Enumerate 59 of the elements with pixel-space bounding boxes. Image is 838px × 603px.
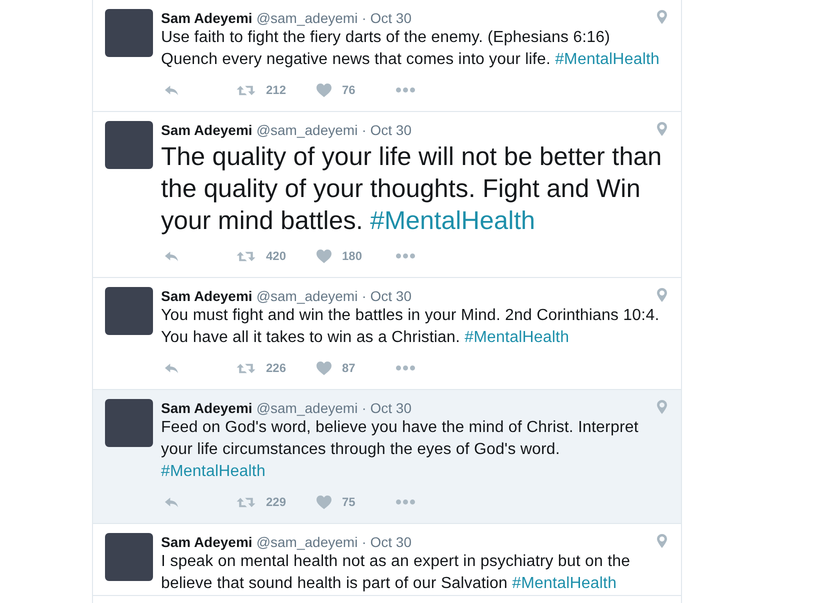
like-count: 180 xyxy=(342,249,362,263)
tweet-date[interactable]: · Oct 30 xyxy=(362,121,412,139)
avatar-photo-placeholder[interactable] xyxy=(105,533,153,581)
location-pin-icon xyxy=(657,400,667,414)
like-count: 87 xyxy=(342,361,356,375)
retweet-icon[interactable] xyxy=(236,250,256,262)
user-handle[interactable]: @sam_adeyemi xyxy=(256,399,358,417)
reply-icon[interactable] xyxy=(163,495,180,509)
hashtag-link[interactable]: #MentalHealth xyxy=(555,51,660,68)
user-name[interactable]: Sam Adeyemi xyxy=(161,287,252,305)
retweet-count: 229 xyxy=(266,495,286,509)
user-handle[interactable]: @sam_adeyemi xyxy=(256,9,358,27)
tweet-date[interactable]: · Oct 30 xyxy=(362,287,412,305)
tweet-date[interactable]: · Oct 30 xyxy=(362,533,412,551)
tweet-date[interactable]: · Oct 30 xyxy=(362,9,412,27)
avatar-photo-placeholder[interactable] xyxy=(105,399,153,447)
location-pin-icon xyxy=(657,122,667,136)
tweet-date[interactable]: · Oct 30 xyxy=(362,399,412,417)
like-count: 75 xyxy=(342,495,356,509)
tweet-text: Feed on God's word, believe you have the mind of Christ. Interpret your life circumstances through the eyes of God's word. #MentalHealth xyxy=(161,418,640,482)
hashtag-link[interactable]: #MentalHealth xyxy=(161,463,266,480)
heart-icon[interactable] xyxy=(316,494,332,510)
user-name[interactable]: Sam Adeyemi xyxy=(161,533,252,551)
tweet-text: The quality of your life will not be better than the quality of your thoughts. Fight and Win your mind battles. #MentalHealth xyxy=(161,142,663,237)
tweet-text: I speak on mental health not as an expert in psychiatry but on the believe that sound health is part of our Salvation #MentalHealth xyxy=(161,552,632,594)
user-handle[interactable]: @sam_adeyemi xyxy=(256,287,358,305)
hashtag-link[interactable]: #MentalHealth xyxy=(464,329,570,346)
reply-icon[interactable] xyxy=(163,249,180,263)
retweet-icon[interactable] xyxy=(236,362,256,374)
location-pin-icon xyxy=(657,534,667,548)
heart-icon[interactable] xyxy=(316,248,332,264)
avatar-photo-placeholder[interactable] xyxy=(105,287,153,335)
user-name[interactable]: Sam Adeyemi xyxy=(161,121,252,139)
retweet-count: 420 xyxy=(266,249,286,263)
more-icon[interactable] xyxy=(396,499,415,505)
reply-icon[interactable] xyxy=(163,83,180,97)
location-pin-icon xyxy=(657,10,667,24)
user-handle[interactable]: @sam_adeyemi xyxy=(256,121,358,139)
more-icon[interactable] xyxy=(396,87,415,93)
avatar-photo-placeholder[interactable] xyxy=(105,121,153,169)
reply-icon[interactable] xyxy=(163,361,180,375)
tweet-text: You must fight and win the battles in your Mind. 2nd Corinthians 10:4. You have all it takes to win as a Christian. #MentalHealth xyxy=(161,306,660,348)
like-count: 76 xyxy=(342,83,356,97)
hashtag-link[interactable]: #MentalHealth xyxy=(512,575,617,592)
more-icon[interactable] xyxy=(396,253,415,259)
retweet-icon[interactable] xyxy=(236,496,256,508)
more-icon[interactable] xyxy=(396,365,415,371)
retweet-icon[interactable] xyxy=(236,84,256,96)
user-handle[interactable]: @sam_adeyemi xyxy=(256,533,358,551)
heart-icon[interactable] xyxy=(316,360,332,376)
avatar-photo-placeholder[interactable] xyxy=(105,9,153,57)
location-pin-icon xyxy=(657,288,667,302)
heart-icon[interactable] xyxy=(316,82,332,98)
tweet-text: Use faith to fight the fiery darts of the enemy. (Ephesians 6:16) Quench every negative news that comes into your life. #MentalHealth xyxy=(161,28,661,70)
user-name[interactable]: Sam Adeyemi xyxy=(161,9,252,27)
retweet-count: 212 xyxy=(266,83,286,97)
hashtag-link[interactable]: #MentalHealth xyxy=(370,207,536,235)
retweet-count: 226 xyxy=(266,361,286,375)
user-name[interactable]: Sam Adeyemi xyxy=(161,399,252,417)
